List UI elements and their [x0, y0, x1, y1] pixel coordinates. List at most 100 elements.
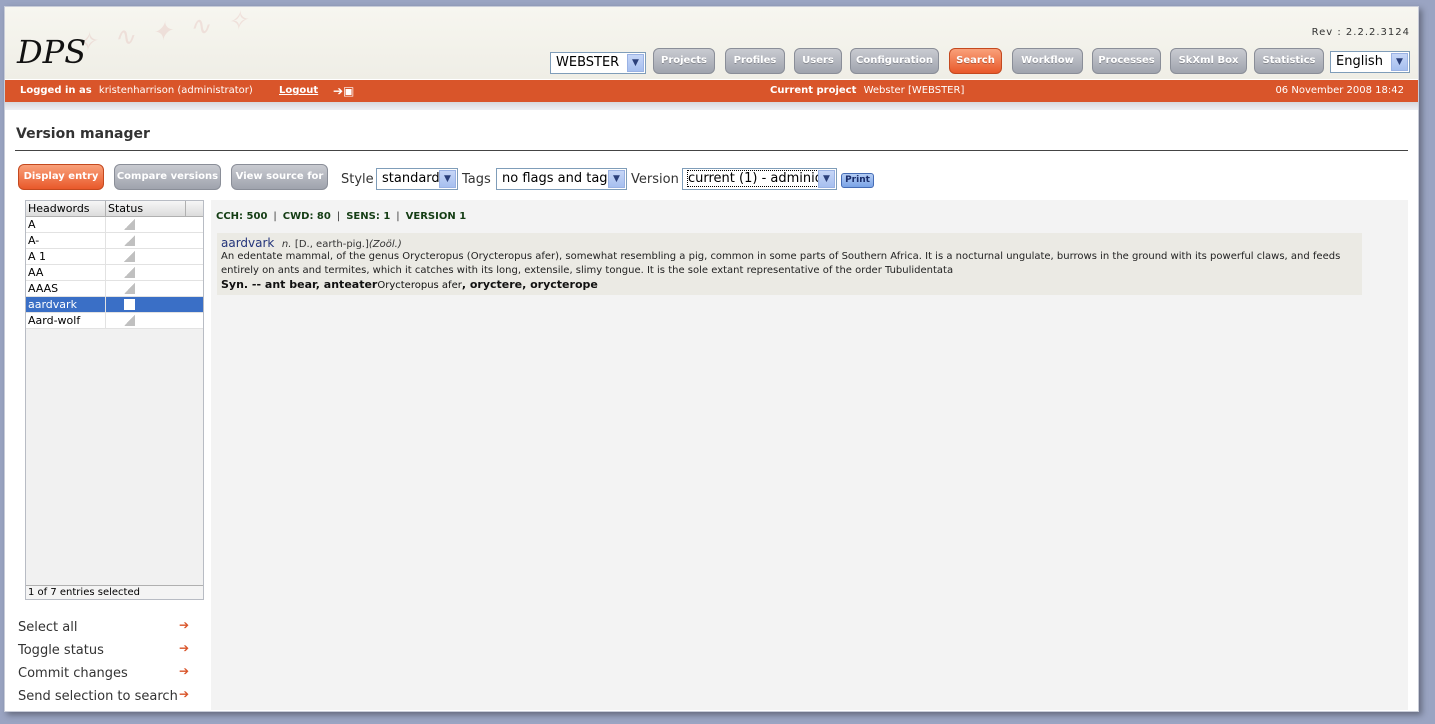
language-select-value: English — [1336, 54, 1383, 69]
style-select-value: standard — [382, 171, 440, 186]
headword-cell: AA — [26, 265, 106, 280]
headwords-grid: Headwords Status A A- A 1 AA AAAS aardva… — [25, 200, 204, 600]
arrow-right-icon[interactable]: ➔ — [179, 664, 189, 678]
status-bar: Logged in as kristenharrison (administra… — [5, 80, 1418, 102]
nav-profiles-button[interactable]: Profiles — [725, 48, 785, 74]
arrow-right-icon[interactable]: ➔ — [179, 618, 189, 632]
status-cell[interactable] — [106, 217, 186, 232]
synonyms-rest: , oryctere, orycterope — [461, 278, 598, 291]
app-window: ✧ ∿ ✦ ∿ ✧ DPS Rev : 2.2.2.3124 WEBSTER ▼… — [4, 6, 1419, 712]
logged-in-label: Logged in as — [20, 85, 92, 96]
status-cell[interactable] — [106, 313, 186, 328]
synonyms-plain: Orycteropus afer — [377, 280, 462, 291]
select-all-action[interactable]: Select all — [18, 620, 77, 635]
current-project-info: Current project Webster [WEBSTER] — [770, 80, 964, 102]
entry-synonyms: Syn. -- ant bear, anteaterOrycteropus af… — [221, 278, 1358, 291]
chevron-down-icon: ▼ — [1391, 53, 1408, 71]
entry-heading: aardvark n. [D., earth-pig.](Zoöl.) — [221, 236, 1358, 250]
tags-select-value: no flags and tags — [502, 171, 615, 186]
grid-header: Headwords Status — [26, 201, 203, 217]
nav-workflow-button[interactable]: Workflow — [1012, 48, 1083, 74]
display-entry-button[interactable]: Display entry — [18, 164, 104, 190]
meta-sens: SENS: 1 — [346, 211, 391, 222]
style-label: Style — [341, 172, 374, 187]
entry-field: (Zoöl.) — [368, 239, 402, 250]
chevron-down-icon: ▼ — [608, 170, 625, 188]
arrow-right-icon[interactable]: ➔ — [179, 687, 189, 701]
meta-cwd: CWD: 80 — [282, 211, 331, 222]
entry-definition: An edentate mammal, of the genus Orycter… — [221, 251, 1341, 276]
status-icon — [124, 315, 135, 326]
compare-versions-button[interactable]: Compare versions — [114, 164, 221, 190]
login-info: Logged in as kristenharrison (administra… — [20, 80, 253, 102]
nav-projects-button[interactable]: Projects — [653, 48, 715, 74]
switch-user-icon[interactable]: ➔▣ — [333, 80, 354, 102]
chevron-down-icon: ▼ — [627, 54, 644, 72]
project-select-value: WEBSTER — [556, 55, 620, 70]
headword-cell: A 1 — [26, 249, 106, 264]
nav-processes-button[interactable]: Processes — [1092, 48, 1161, 74]
nav-configuration-button[interactable]: Configuration — [850, 48, 939, 74]
column-headwords[interactable]: Headwords — [26, 201, 106, 216]
arrow-right-icon[interactable]: ➔ — [179, 641, 189, 655]
version-select-value: current (1) - adminidm — [687, 170, 836, 187]
page-title: Version manager — [16, 126, 150, 142]
meta-version: VERSION 1 — [405, 211, 467, 222]
chevron-down-icon: ▼ — [439, 170, 456, 188]
nav-users-button[interactable]: Users — [794, 48, 842, 74]
headword-cell: aardvark — [26, 297, 106, 312]
header-divider — [5, 102, 1418, 110]
list-item[interactable]: AAAS — [26, 281, 203, 297]
list-item[interactable]: AA — [26, 265, 203, 281]
list-item[interactable]: A — [26, 217, 203, 233]
headword-cell: AAAS — [26, 281, 106, 296]
commit-changes-action[interactable]: Commit changes — [18, 666, 128, 681]
headword-cell: Aard-wolf — [26, 313, 106, 328]
status-cell[interactable] — [106, 297, 186, 312]
logout-link[interactable]: Logout — [279, 80, 318, 102]
meta-separator: | — [273, 211, 277, 222]
list-item[interactable]: A 1 — [26, 249, 203, 265]
version-label: Version — [631, 172, 679, 187]
app-logo: DPS — [17, 33, 87, 71]
entry-etymology: [D., earth-pig.] — [294, 239, 369, 250]
title-divider — [15, 150, 1408, 151]
language-select[interactable]: English ▼ — [1330, 51, 1410, 73]
send-to-search-action[interactable]: Send selection to search — [18, 689, 178, 704]
status-icon — [124, 251, 135, 262]
status-icon — [124, 283, 135, 294]
project-select[interactable]: WEBSTER ▼ — [550, 52, 646, 74]
print-button[interactable]: Print — [841, 173, 874, 188]
status-cell[interactable] — [106, 249, 186, 264]
current-project-label: Current project — [770, 85, 857, 96]
current-user: kristenharrison (administrator) — [98, 85, 253, 96]
nav-skxmlbox-button[interactable]: SkXml Box — [1170, 48, 1247, 74]
list-item[interactable]: A- — [26, 233, 203, 249]
dictionary-entry: aardvark n. [D., earth-pig.](Zoöl.) An e… — [217, 233, 1362, 295]
headword-cell: A — [26, 217, 106, 232]
status-cell[interactable] — [106, 265, 186, 280]
nav-search-button[interactable]: Search — [949, 48, 1002, 74]
column-status[interactable]: Status — [106, 201, 186, 216]
datetime-label: 06 November 2008 18:42 — [1275, 85, 1404, 96]
nav-statistics-button[interactable]: Statistics — [1254, 48, 1324, 74]
tags-label: Tags — [462, 172, 491, 187]
toggle-status-action[interactable]: Toggle status — [18, 643, 104, 658]
status-icon — [124, 267, 135, 278]
synonyms-label: Syn. -- ant bear, anteater — [221, 278, 378, 291]
revision-label: Rev : 2.2.2.3124 — [1311, 27, 1410, 38]
version-select[interactable]: current (1) - adminidm ▼ — [682, 168, 837, 190]
view-source-button[interactable]: View source for — [231, 164, 328, 190]
chevron-down-icon: ▼ — [818, 170, 835, 188]
entry-pos: n. — [281, 239, 292, 250]
selection-count: 1 of 7 entries selected — [26, 585, 203, 599]
list-item-selected[interactable]: aardvark — [26, 297, 203, 313]
style-select[interactable]: standard ▼ — [376, 168, 458, 190]
tags-select[interactable]: no flags and tags ▼ — [496, 168, 627, 190]
status-icon — [124, 235, 135, 246]
list-item[interactable]: Aard-wolf — [26, 313, 203, 329]
meta-separator: | — [336, 211, 341, 222]
current-project-value: Webster [WEBSTER] — [863, 85, 965, 96]
status-cell[interactable] — [106, 233, 186, 248]
status-cell[interactable] — [106, 281, 186, 296]
